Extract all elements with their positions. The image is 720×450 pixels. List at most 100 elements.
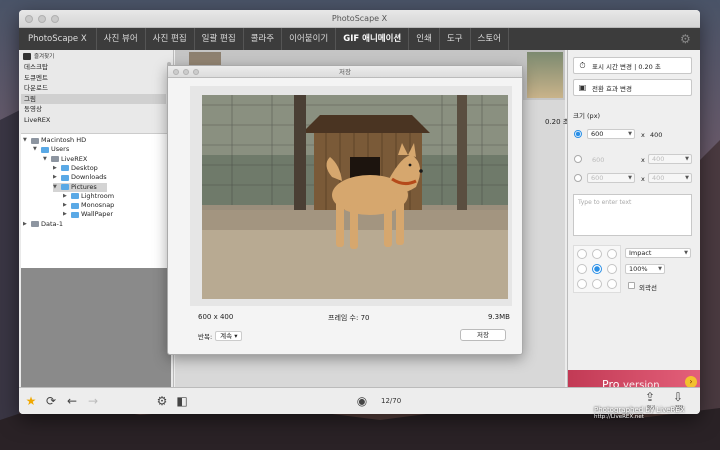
display-time-label: 표시 시간 변경 | 0.20 초 xyxy=(592,62,661,71)
dialog-frames-text: 프레임 수: 70 xyxy=(328,314,370,322)
menu-item[interactable]: 일괄 편집 xyxy=(195,28,244,50)
disclosure-closed-icon[interactable]: ▶ xyxy=(23,220,29,229)
tree-item-label: Monosnap xyxy=(81,201,115,210)
frame-duration: 0.20 초 xyxy=(545,118,570,126)
tree-item-label: Lightroom xyxy=(81,191,115,200)
position-bottom-right[interactable] xyxy=(607,279,617,289)
menu-item[interactable]: 사진 뷰어 xyxy=(97,28,146,50)
star-icon[interactable]: ★ xyxy=(24,394,38,408)
favorite-item[interactable]: 동영상 xyxy=(21,104,166,115)
frame-thumbnail[interactable] xyxy=(527,52,563,98)
menu-item[interactable]: 콜라주 xyxy=(244,28,283,50)
favorite-item[interactable]: 데스크탑 xyxy=(21,62,166,73)
favorite-item[interactable]: 그림 xyxy=(21,93,166,104)
dialog-title-bar: 저장 xyxy=(168,66,522,78)
font-value: Impact xyxy=(629,249,652,257)
settings-panel: ⏱ 표시 시간 변경 | 0.20 초 ▣ 전환 효과 변경 크기 (px) 6… xyxy=(567,50,700,395)
dialog-close-button[interactable] xyxy=(173,69,179,75)
arrow-right-icon[interactable]: → xyxy=(86,394,100,408)
menu-item[interactable]: GIF 애니메이션 xyxy=(336,28,410,50)
watermark: Photographed by LiveREX http://LiveREX.n… xyxy=(594,406,685,420)
play-icon[interactable]: ◉ xyxy=(355,394,369,408)
size-option-1-radio[interactable] xyxy=(574,130,582,138)
disclosure-open-icon[interactable]: ▼ xyxy=(43,155,49,164)
disclosure-closed-icon[interactable]: ▶ xyxy=(53,164,59,173)
position-top-right[interactable] xyxy=(607,249,617,259)
menu-item[interactable]: 스토어 xyxy=(471,28,509,50)
width-value-2: 600 xyxy=(592,156,605,164)
tree-item[interactable]: ▼ Pictures xyxy=(53,182,107,192)
menu-item[interactable]: 도구 xyxy=(440,28,471,50)
menu-item[interactable]: 이어붙이기 xyxy=(282,28,337,50)
tree-item[interactable]: ▶ Downloads xyxy=(53,173,107,182)
disclosure-closed-icon[interactable]: ▶ xyxy=(63,192,69,201)
width-select-3[interactable]: 600 ▼ xyxy=(587,173,635,183)
position-middle-right[interactable] xyxy=(607,264,617,274)
menu-item[interactable]: 인쇄 xyxy=(409,28,440,50)
dialog-zoom-button[interactable] xyxy=(193,69,199,75)
tree-item-label: Pictures xyxy=(71,182,97,191)
size-option-2-radio[interactable] xyxy=(574,155,582,163)
transition-button[interactable]: ▣ 전환 효과 변경 xyxy=(573,79,692,96)
tree-item[interactable]: ▼ LiveREX xyxy=(43,155,87,164)
drive-icon xyxy=(31,137,39,144)
tree-item[interactable]: ▼ Macintosh HD xyxy=(23,136,86,145)
disclosure-closed-icon[interactable]: ▶ xyxy=(53,173,59,182)
disclosure-closed-icon[interactable]: ▶ xyxy=(63,201,69,210)
save-icon[interactable]: ⇩ xyxy=(671,390,685,404)
outline-label: 외곽선 xyxy=(639,284,657,292)
repeat-value: 계속 xyxy=(220,332,233,340)
dog-photo xyxy=(202,95,508,299)
position-middle-center[interactable] xyxy=(592,264,602,274)
tree-item[interactable]: ▶ WallPaper xyxy=(63,210,113,219)
gear-icon[interactable]: ⚙ xyxy=(155,394,169,408)
zoom-value: 100% xyxy=(629,265,648,273)
arrow-left-icon[interactable]: ← xyxy=(65,394,79,408)
height-value-3: 400 xyxy=(652,174,665,182)
height-select-3[interactable]: 400 ▼ xyxy=(648,173,692,183)
window-title: PhotoScape X xyxy=(331,14,388,23)
position-top-left[interactable] xyxy=(577,249,587,259)
favorite-item[interactable]: 다운로드 xyxy=(21,83,166,94)
open-icon[interactable]: ⇪ xyxy=(643,390,657,404)
folder-tree: ▼ Macintosh HD ▼ Users ▼ LiveREX ▶ Desktop ▶ Down… xyxy=(21,133,171,268)
position-top-center[interactable] xyxy=(592,249,602,259)
height-select-2[interactable]: 400 ▼ xyxy=(648,154,692,164)
text-input[interactable]: Type to enter text xyxy=(573,194,692,236)
disclosure-open-icon[interactable]: ▼ xyxy=(23,136,29,145)
tree-item[interactable]: ▶ Lightroom xyxy=(63,192,114,201)
zoom-select[interactable]: 100% ▼ xyxy=(625,264,665,274)
position-bottom-center[interactable] xyxy=(592,279,602,289)
width-select[interactable]: 600 ▼ xyxy=(587,129,635,139)
menu-item[interactable]: PhotoScape X xyxy=(19,28,97,50)
disclosure-open-icon[interactable]: ▼ xyxy=(53,183,59,192)
position-bottom-left[interactable] xyxy=(577,279,587,289)
display-time-button[interactable]: ⏱ 표시 시간 변경 | 0.20 초 xyxy=(573,57,692,74)
menu-item[interactable]: 사진 편집 xyxy=(146,28,195,50)
tree-item[interactable]: ▼ Users xyxy=(33,145,69,154)
refresh-icon[interactable]: ⟳ xyxy=(44,394,58,408)
dialog-title: 저장 xyxy=(339,68,351,76)
size-option-3-radio[interactable] xyxy=(574,174,582,182)
repeat-select[interactable]: 계속 ▾ xyxy=(215,331,243,341)
favorite-item[interactable]: 도큐멘트 xyxy=(21,73,166,84)
stopwatch-icon: ⏱ xyxy=(579,61,586,70)
chevron-down-icon: ▼ xyxy=(684,250,688,256)
panel-toggle-icon[interactable]: ◧ xyxy=(175,394,189,408)
outline-checkbox[interactable] xyxy=(628,282,635,289)
dialog-save-button[interactable]: 저장 xyxy=(460,329,506,341)
save-dialog: 저장 600 x 400 프레임 수: 70 9.3MB 반복: 계속 ▾ 저장 xyxy=(167,65,523,355)
tree-item[interactable]: ▶ Desktop xyxy=(53,164,98,173)
dialog-minimize-button[interactable] xyxy=(183,69,189,75)
favorite-item[interactable]: LiveREX xyxy=(21,115,166,126)
tree-item[interactable]: ▶ Monosnap xyxy=(63,201,114,210)
font-select[interactable]: Impact ▼ xyxy=(625,248,691,258)
disclosure-closed-icon[interactable]: ▶ xyxy=(63,210,69,219)
disclosure-open-icon[interactable]: ▼ xyxy=(33,145,39,154)
folder-icon xyxy=(23,52,31,60)
folder-icon xyxy=(41,146,49,153)
chevron-down-icon: ▼ xyxy=(685,175,689,181)
tree-item[interactable]: ▶ Data-1 xyxy=(23,220,63,229)
settings-gear-icon[interactable]: ⚙ xyxy=(680,33,692,45)
position-middle-left[interactable] xyxy=(577,264,587,274)
